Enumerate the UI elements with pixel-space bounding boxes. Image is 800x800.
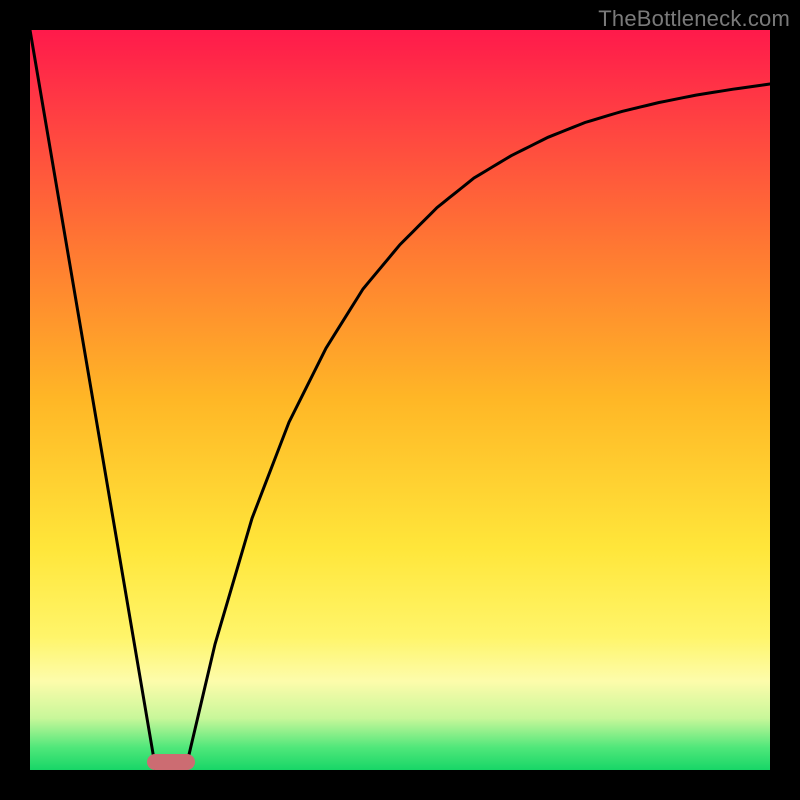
curve-layer bbox=[30, 30, 770, 770]
bottleneck-marker bbox=[147, 754, 195, 770]
right-branch-path bbox=[185, 84, 770, 770]
plot-area bbox=[30, 30, 770, 770]
chart-frame: TheBottleneck.com bbox=[0, 0, 800, 800]
left-branch-path bbox=[30, 30, 156, 770]
watermark-label: TheBottleneck.com bbox=[598, 6, 790, 32]
